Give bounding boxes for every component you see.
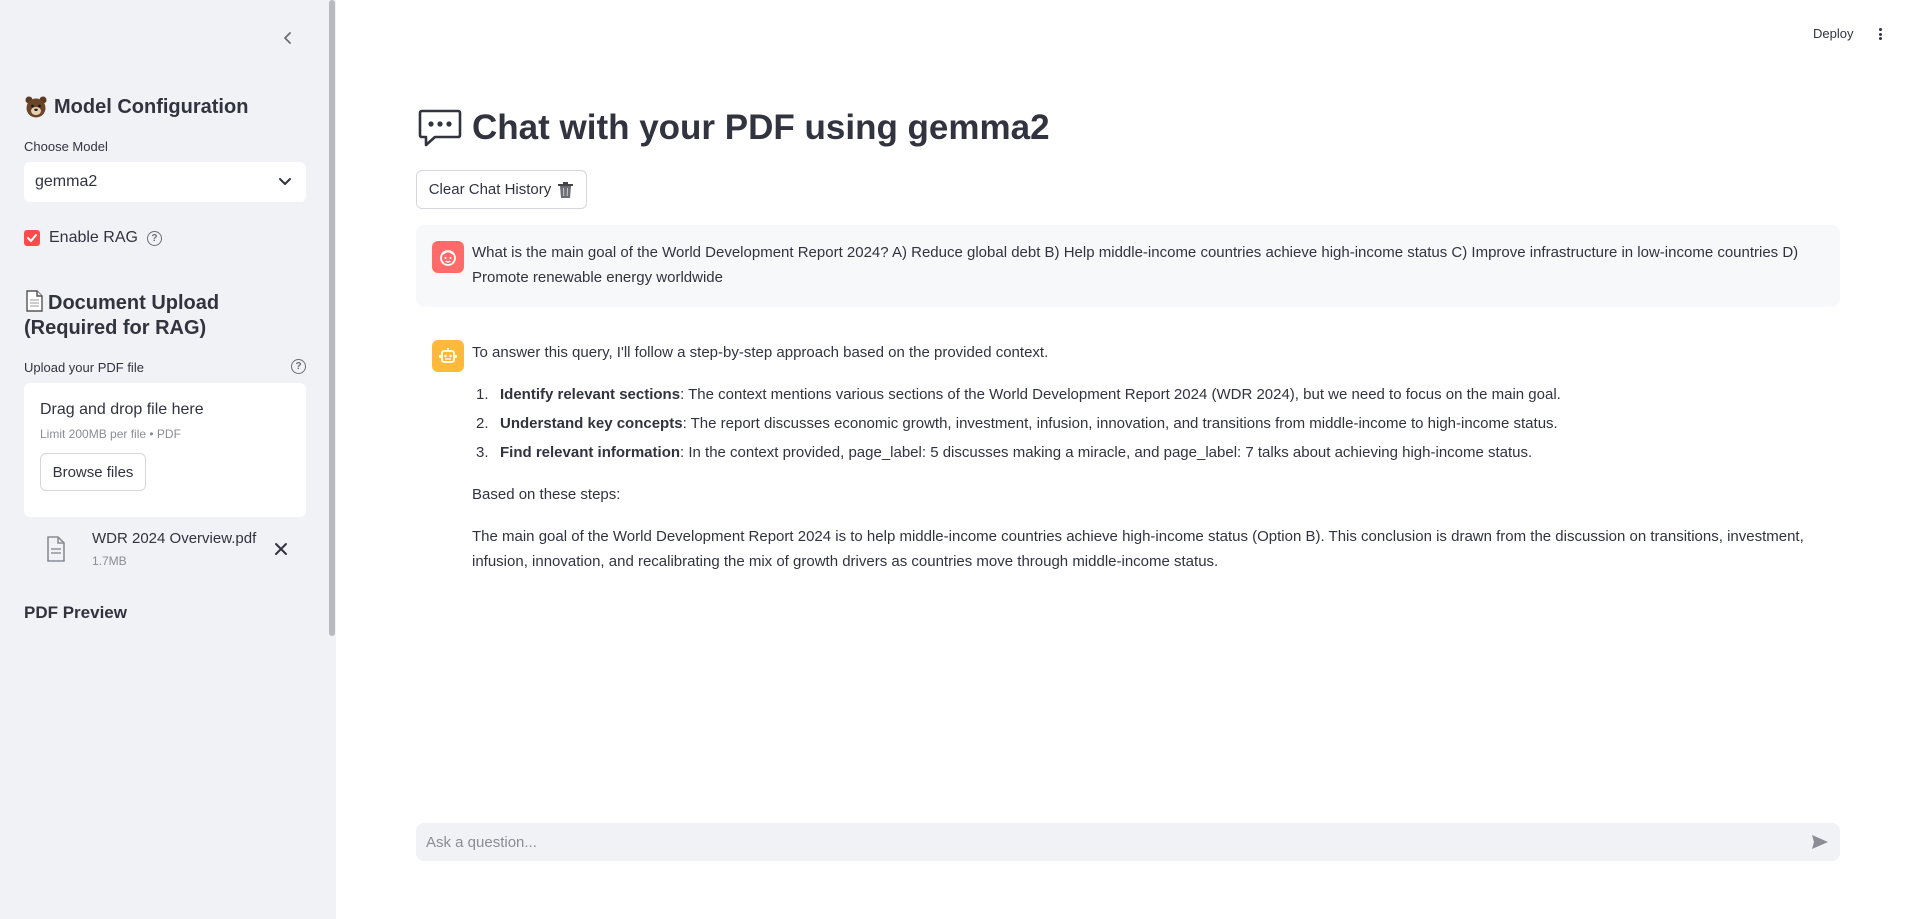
uploaded-file-name: WDR 2024 Overview.pdf: [92, 530, 257, 547]
upload-help-icon[interactable]: ?: [291, 359, 306, 374]
assistant-intro: To answer this query, I'll follow a step…: [472, 344, 1049, 361]
model-config-title: Model Configuration: [54, 95, 249, 118]
uploaded-file: WDR 2024 Overview.pdf 1.7MB: [46, 530, 296, 570]
pdf-preview-heading: PDF Preview: [24, 603, 127, 622]
trash-icon: [558, 181, 574, 198]
checkmark-icon: [27, 234, 37, 242]
robot-icon: [439, 348, 457, 363]
send-icon[interactable]: [1810, 832, 1830, 852]
chevron-left-icon: [284, 32, 291, 44]
chat-input-bar: [416, 823, 1840, 861]
collapse-sidebar-button[interactable]: [278, 28, 298, 48]
uploaded-file-size: 1.7MB: [92, 554, 127, 568]
list-item: 2. Understand key concepts: The report di…: [476, 415, 1558, 432]
kebab-menu-icon[interactable]: [1876, 26, 1884, 42]
user-message: What is the main goal of the World Devel…: [416, 225, 1840, 307]
file-icon: [47, 536, 65, 562]
user-avatar: [432, 241, 464, 273]
assistant-based-on: Based on these steps:: [472, 486, 621, 503]
dropzone-title: Drag and drop file here: [40, 401, 204, 418]
sidebar: Model Configuration Choose Model gemma2 …: [0, 0, 336, 919]
model-select-value: gemma2: [35, 173, 98, 190]
model-select[interactable]: gemma2: [24, 162, 306, 202]
help-icon[interactable]: ?: [146, 230, 162, 246]
document-upload-heading: Document Upload (Required for RAG): [24, 290, 314, 341]
assistant-conclusion: The main goal of the World Development R…: [472, 528, 1804, 570]
document-upload-title: Document Upload (Required for RAG): [24, 292, 220, 339]
speech-bubble-icon: [418, 109, 462, 147]
chat-input[interactable]: [426, 833, 1786, 851]
enable-rag-row: Enable RAG ?: [24, 229, 162, 247]
page-title-text: Chat with your PDF using gemma2: [472, 108, 1050, 147]
list-item: 1. Identify relevant sections: The contex…: [476, 386, 1561, 403]
list-item: 3. Find relevant information: In the cont…: [476, 444, 1533, 461]
user-message-text: What is the main goal of the World Devel…: [472, 244, 1799, 286]
assistant-message: To answer this query, I'll follow a step…: [472, 340, 1832, 590]
dropzone-limit: Limit 200MB per file • PDF: [40, 427, 181, 441]
bear-icon: [25, 96, 47, 118]
deploy-button[interactable]: Deploy: [1813, 26, 1853, 41]
clear-chat-history-button[interactable]: Clear Chat History: [416, 170, 587, 209]
upload-label: Upload your PDF file: [24, 360, 144, 375]
clear-chat-label: Clear Chat History: [428, 181, 552, 198]
assistant-steps: 1. Identify relevant sections: The contex…: [472, 382, 1832, 465]
browse-files-button[interactable]: Browse files: [40, 453, 146, 491]
user-face-icon: [440, 250, 456, 266]
close-icon[interactable]: [272, 540, 290, 558]
model-config-heading: Model Configuration: [24, 95, 248, 119]
document-icon: [26, 290, 43, 312]
choose-model-label: Choose Model: [24, 139, 108, 154]
assistant-avatar: [432, 340, 464, 372]
enable-rag-checkbox[interactable]: [24, 230, 40, 246]
page-title: Chat with your PDF using gemma2: [418, 108, 1050, 148]
sidebar-scrollbar[interactable]: [329, 0, 335, 636]
file-dropzone[interactable]: Drag and drop file here Limit 200MB per …: [24, 383, 306, 517]
enable-rag-label: Enable RAG: [49, 229, 138, 246]
chevron-down-icon: [279, 178, 291, 185]
